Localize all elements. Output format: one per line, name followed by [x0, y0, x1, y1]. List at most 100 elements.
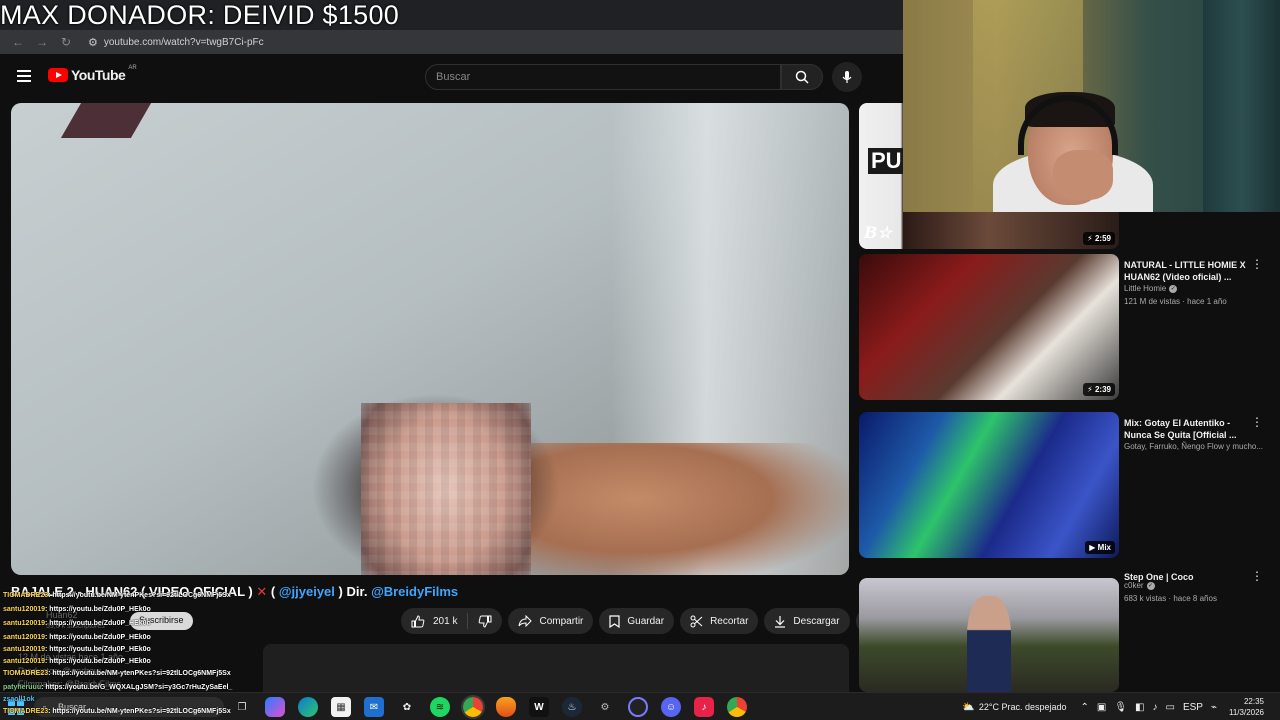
menu-icon[interactable] [17, 70, 31, 82]
handle-link-breidyfilms[interactable]: @BreidyFilms [371, 584, 458, 599]
duration-badge: ⚡ 2:39 [1083, 383, 1115, 396]
video-actions: 201 k Compartir Guardar Recortar Descarg… [401, 608, 882, 634]
dislike-button[interactable] [468, 608, 502, 634]
fl-studio-icon[interactable] [496, 697, 516, 717]
tray-app2-icon[interactable]: ◧ [1135, 702, 1144, 713]
like-button[interactable]: 201 k [401, 608, 467, 634]
chrome-icon[interactable] [461, 695, 485, 719]
recommended-channel[interactable]: Little Homie ✓ [1124, 284, 1178, 293]
webcam-curtain [1203, 0, 1280, 212]
store-icon[interactable]: ▦ [331, 697, 351, 717]
chat-username: zsaoll1ok [3, 696, 35, 703]
save-button[interactable]: Guardar [599, 608, 675, 634]
recommended-meta: 121 M de vistas · hace 1 año [1124, 297, 1227, 306]
chat-username: santu120019 [3, 620, 46, 627]
bookmark-icon [609, 614, 620, 628]
tray-app-icon[interactable]: ▣ [1097, 702, 1106, 713]
back-icon[interactable]: ← [8, 32, 28, 52]
search-button[interactable] [781, 64, 823, 90]
recommended-title[interactable]: NATURAL - LITTLE HOMIE X HUAN62 (Video o… [1124, 259, 1248, 283]
chat-text: : https://youtu.be/NM-ytenPKes?si=92tlLO… [48, 670, 231, 677]
chat-message: patyheruuu: https://youtu.be/G_WQXALgJSM… [3, 684, 232, 691]
youtube-header: YouTube AR [0, 58, 903, 96]
like-dislike-group: 201 k [401, 608, 503, 634]
share-icon [518, 615, 533, 627]
url-text[interactable]: youtube.com/watch?v=twgB7Ci-pFc [104, 37, 264, 48]
mic-tray-icon[interactable]: 🎙 [1114, 702, 1127, 713]
discord-icon[interactable]: ☺ [661, 697, 681, 717]
like-count: 201 k [433, 615, 458, 627]
search-input[interactable] [436, 71, 780, 83]
search-icon [795, 70, 809, 84]
recommended-channel[interactable]: c0ker ✓ [1124, 581, 1155, 590]
share-button[interactable]: Compartir [508, 608, 594, 634]
more-options-icon[interactable]: ⋮ [1251, 258, 1263, 270]
mix-icon: ▶ [1089, 543, 1096, 552]
mail-icon[interactable]: ✉ [364, 697, 384, 717]
chat-message: TIOMADRE23: https://youtu.be/NM-ytenPKes… [3, 670, 231, 677]
more-options-icon[interactable]: ⋮ [1251, 570, 1263, 582]
recommended-title[interactable]: Mix: Gotay El Autentiko - Nunca Se Quita… [1124, 417, 1248, 441]
youtube-logo[interactable]: YouTube AR [48, 65, 137, 83]
video-frame-detail [60, 103, 152, 138]
recommended-channel[interactable]: Gotay, Farruko, Ñengo Flow y mucho... [1124, 442, 1263, 451]
weather-text[interactable]: 22°C Prac. despejado [979, 702, 1067, 712]
language-indicator[interactable]: ESP [1183, 702, 1203, 713]
pixelated-face [361, 403, 531, 575]
youtube-logo-text: YouTube [71, 67, 126, 83]
recommended-thumbnail[interactable] [859, 578, 1119, 692]
chat-message: santu120019: https://youtu.be/Zdu0P_HEk0… [3, 620, 151, 627]
description-box[interactable] [263, 644, 849, 692]
stream-chat-overlay: TIOMADRE23 : https://youtu.be/NM-ytenPKes… [0, 592, 262, 720]
chat-username: santu120019 [3, 634, 46, 641]
chat-username: TIOMADRE23 [3, 708, 49, 715]
thumbnail-person [967, 596, 1011, 692]
spotify-icon[interactable]: ≋ [430, 697, 450, 717]
clock[interactable]: 22:35 11/3/2026 [1229, 696, 1264, 718]
chat-username: TIOMADRE23 [3, 592, 49, 599]
volume-icon[interactable]: ♪ [1153, 702, 1158, 713]
tray-overflow-icon[interactable]: ⌃ [1081, 702, 1089, 713]
recommended-meta: 683 k vistas · hace 8 años [1124, 594, 1217, 603]
tiktok-icon[interactable]: ♪ [694, 697, 714, 717]
thumbs-up-icon [411, 614, 425, 627]
chat-username: santu120019 [3, 658, 46, 665]
network-icon[interactable]: ⌁ [1211, 702, 1217, 713]
waves-icon[interactable]: W [529, 697, 549, 717]
download-icon [775, 615, 786, 628]
download-button[interactable]: Descargar [764, 608, 850, 634]
obs-icon[interactable] [628, 697, 648, 717]
forward-icon[interactable]: → [32, 32, 52, 52]
recommended-thumbnail[interactable]: ⚡ 2:39 [859, 254, 1119, 400]
voice-search-button[interactable] [832, 62, 862, 92]
chrome-profile-icon[interactable] [727, 697, 747, 717]
steam-icon[interactable]: ♨ [562, 697, 582, 717]
video-player[interactable] [11, 103, 849, 575]
settings-icon[interactable]: ⚙ [595, 697, 615, 717]
system-tray: ⛅ 22°C Prac. despejado ⌃ ▣ 🎙 ◧ ♪ ▭ ESP ⌁… [958, 693, 1280, 720]
streamer-webcam [903, 0, 1280, 212]
more-options-icon[interactable]: ⋮ [1251, 416, 1263, 428]
clip-button[interactable]: Recortar [680, 608, 759, 634]
verified-icon: ✓ [1169, 284, 1178, 293]
youtube-play-icon [48, 68, 68, 82]
download-label: Descargar [793, 615, 840, 627]
chat-username: santu120019 [3, 606, 46, 613]
clip-label: Recortar [710, 615, 749, 627]
handle-link-jjyeiyel[interactable]: @jjyeiyel [279, 584, 335, 599]
chat-message: santu120019: https://youtu.be/Zdu0P_HEk0… [3, 658, 151, 665]
verified-icon: ✓ [1146, 581, 1155, 590]
battery-icon[interactable]: ▭ [1166, 702, 1175, 713]
chat-username: patyheruuu [3, 684, 42, 691]
reload-icon[interactable]: ↻ [56, 32, 76, 52]
copilot-icon[interactable] [265, 697, 285, 717]
duration-badge: ⚡ 2:59 [1083, 232, 1115, 245]
recommended-thumbnail[interactable]: ▶ Mix [859, 412, 1119, 558]
site-info-icon[interactable]: ⚙ [88, 36, 98, 49]
video-title-dir: ) Dir. [338, 584, 368, 599]
clock-time: 22:35 [1243, 697, 1264, 706]
edge-icon[interactable] [298, 697, 318, 717]
chat-text: : https://youtu.be/Zdu0P_HEk0o [45, 646, 151, 653]
thumbs-down-icon [479, 615, 492, 628]
openai-icon[interactable]: ✿ [397, 697, 417, 717]
